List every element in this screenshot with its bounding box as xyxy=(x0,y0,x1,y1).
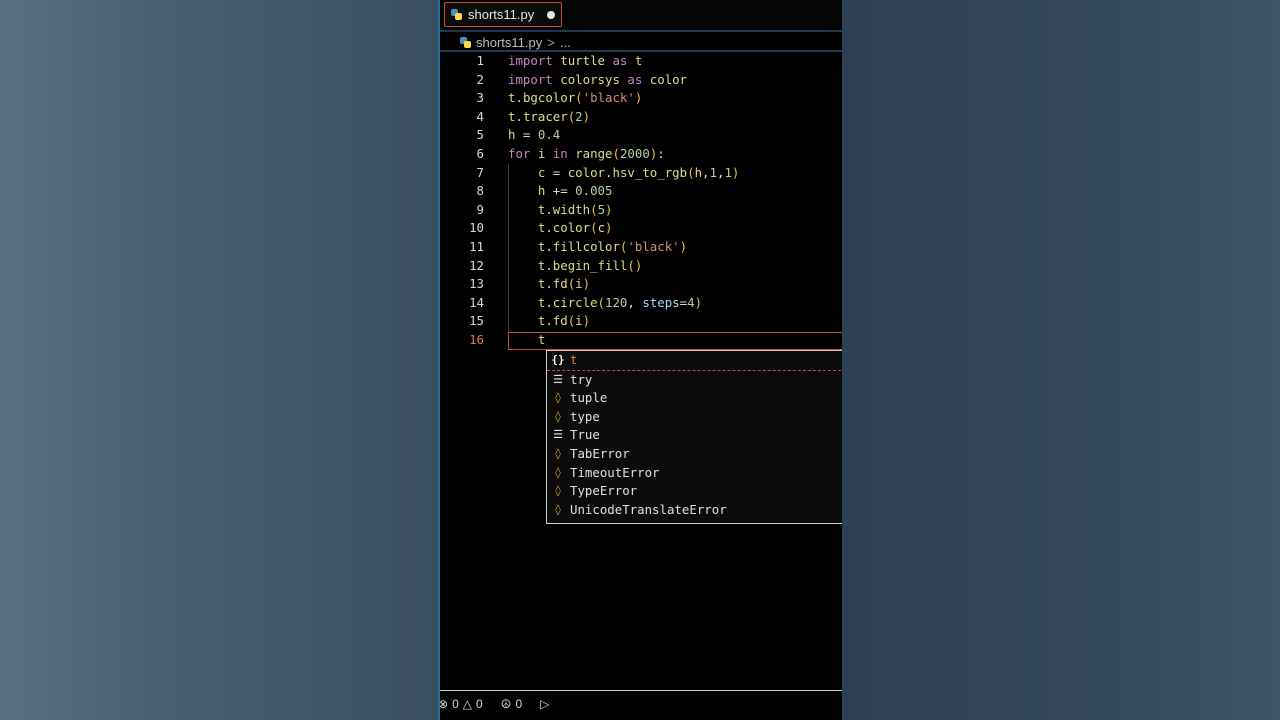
suggestion-item[interactable]: ◊ UnicodeTranslateError xyxy=(547,501,842,520)
python-file-icon xyxy=(451,9,462,20)
tab-bar: shorts11.py xyxy=(440,0,842,30)
suggestion-label: tuple xyxy=(570,390,608,406)
class-icon: ◊ xyxy=(554,446,562,460)
warning-icon[interactable]: △ xyxy=(463,697,472,711)
breadcrumb-file[interactable]: shorts11.py xyxy=(476,35,542,50)
line-number: 13 xyxy=(469,276,484,292)
unsaved-dot-icon[interactable] xyxy=(547,10,555,19)
background-right xyxy=(842,0,1280,720)
code-line[interactable]: 1 import turtle as t xyxy=(440,52,842,71)
suggestion-label: UnicodeTranslateError xyxy=(570,501,727,517)
line-number: 8 xyxy=(476,183,484,199)
suggestion-label: TabError xyxy=(570,445,630,461)
ports-icon[interactable]: ☮ xyxy=(501,697,512,711)
debug-icon[interactable]: ▷ xyxy=(540,697,549,711)
line-text: t.begin_fill() xyxy=(537,257,643,273)
chevron-right-icon: > xyxy=(547,34,555,50)
keyword-icon: ☰ xyxy=(553,428,563,442)
autocomplete-dropdown[interactable]: {} t ☰ try ◊ tuple ◊ type ☰ True ◊ TabEr… xyxy=(546,350,842,524)
class-icon: ◊ xyxy=(554,465,562,479)
line-number: 6 xyxy=(476,146,484,161)
code-line[interactable]: 12 t.begin_fill() xyxy=(440,257,842,276)
divider xyxy=(440,30,842,32)
error-count[interactable]: 0 xyxy=(452,697,459,711)
code-line[interactable]: 3 t.bgcolor('black') xyxy=(440,89,842,108)
code-line[interactable]: 8 h += 0.005 xyxy=(440,182,842,201)
suggestion-item[interactable]: ◊ type xyxy=(547,408,842,427)
line-number: 3 xyxy=(476,90,484,106)
python-file-icon xyxy=(460,36,471,48)
code-line[interactable]: 14 t.circle(120, steps=4) xyxy=(440,294,842,313)
code-line[interactable]: 9 t.width(5) xyxy=(440,201,842,220)
code-line[interactable]: 15 t.fd(i) xyxy=(440,312,842,331)
suggestion-item[interactable]: ◊ TypeError xyxy=(547,482,842,501)
line-number: 4 xyxy=(476,108,484,124)
line-text: import turtle as t xyxy=(508,53,643,68)
line-number: 1 xyxy=(476,53,484,68)
line-number: 12 xyxy=(469,257,484,273)
ports-count[interactable]: 0 xyxy=(515,697,522,711)
line-text: t.color(c) xyxy=(537,220,613,236)
suggestion-item[interactable]: ◊ TimeoutError xyxy=(547,464,842,483)
class-icon: ◊ xyxy=(554,484,562,498)
line-number: 5 xyxy=(476,127,484,143)
editor-tab[interactable]: shorts11.py xyxy=(444,2,562,27)
suggestion-label: TypeError xyxy=(570,483,638,499)
line-text: h += 0.005 xyxy=(537,183,613,199)
code-line[interactable]: 7 c = color.hsv_to_rgb(h,1,1) xyxy=(440,164,842,183)
code-line[interactable]: 10 t.color(c) xyxy=(440,219,842,238)
line-text: c = color.hsv_to_rgb(h,1,1) xyxy=(537,164,740,180)
suggestion-label: TimeoutError xyxy=(570,464,660,480)
line-text: t.fd(i) xyxy=(537,313,591,329)
error-icon[interactable]: ⊗ xyxy=(440,697,448,711)
line-number: 2 xyxy=(476,71,484,87)
line-text: t.circle(120, steps=4) xyxy=(537,294,703,310)
line-number: 15 xyxy=(469,313,484,329)
line-text: t.fillcolor('black') xyxy=(537,239,688,254)
code-line[interactable]: 11 t.fillcolor('black') xyxy=(440,238,842,257)
warning-count[interactable]: 0 xyxy=(476,697,483,711)
breadcrumb: shorts11.py > ... xyxy=(460,33,571,51)
code-line[interactable]: 5 h = 0.4 xyxy=(440,126,842,145)
line-text: t.bgcolor('black') xyxy=(508,90,643,106)
tab-filename: shorts11.py xyxy=(468,7,535,22)
code-line[interactable]: 6 for i in range(2000): xyxy=(440,145,842,164)
suggestion-item[interactable]: ☰ True xyxy=(547,426,842,445)
suggestion-label: True xyxy=(570,427,600,443)
keyword-icon: ☰ xyxy=(553,372,563,386)
status-bar: ⊗ 0 △ 0 ☮ 0 ▷ xyxy=(440,690,842,720)
line-number: 7 xyxy=(476,164,484,180)
class-icon: ◊ xyxy=(554,409,562,423)
line-text: t.width(5) xyxy=(537,201,613,217)
line-number: 16 xyxy=(469,332,484,347)
line-text: t.tracer(2) xyxy=(508,108,591,124)
suggestion-item[interactable]: ◊ tuple xyxy=(547,389,842,408)
suggestion-item[interactable]: ☰ try xyxy=(547,371,842,390)
suggestion-item[interactable]: {} t xyxy=(547,351,842,371)
suggestion-label: try xyxy=(570,371,593,387)
background-left xyxy=(0,0,438,720)
breadcrumb-more[interactable]: ... xyxy=(560,35,571,50)
line-number: 11 xyxy=(469,239,484,254)
line-number: 10 xyxy=(469,220,484,236)
code-editor[interactable]: shorts11.py shorts11.py > ... 1 import t… xyxy=(438,0,842,720)
current-line-highlight xyxy=(508,332,842,350)
class-icon: ◊ xyxy=(554,502,562,516)
module-icon: {} xyxy=(551,353,565,366)
line-text: t.fd(i) xyxy=(537,276,591,292)
suggestion-label: t xyxy=(570,352,578,367)
class-icon: ◊ xyxy=(554,391,562,405)
line-text: for i in range(2000): xyxy=(508,146,665,161)
code-line[interactable]: 2 import colorsys as color xyxy=(440,71,842,90)
line-text: import colorsys as color xyxy=(508,71,688,87)
suggestion-label: type xyxy=(570,408,600,424)
suggestion-item[interactable]: ◊ TabError xyxy=(547,445,842,464)
code-line[interactable]: 4 t.tracer(2) xyxy=(440,108,842,127)
line-number: 9 xyxy=(476,201,484,217)
line-number: 14 xyxy=(469,294,484,310)
line-text: h = 0.4 xyxy=(508,127,561,143)
code-line[interactable]: 13 t.fd(i) xyxy=(440,275,842,294)
